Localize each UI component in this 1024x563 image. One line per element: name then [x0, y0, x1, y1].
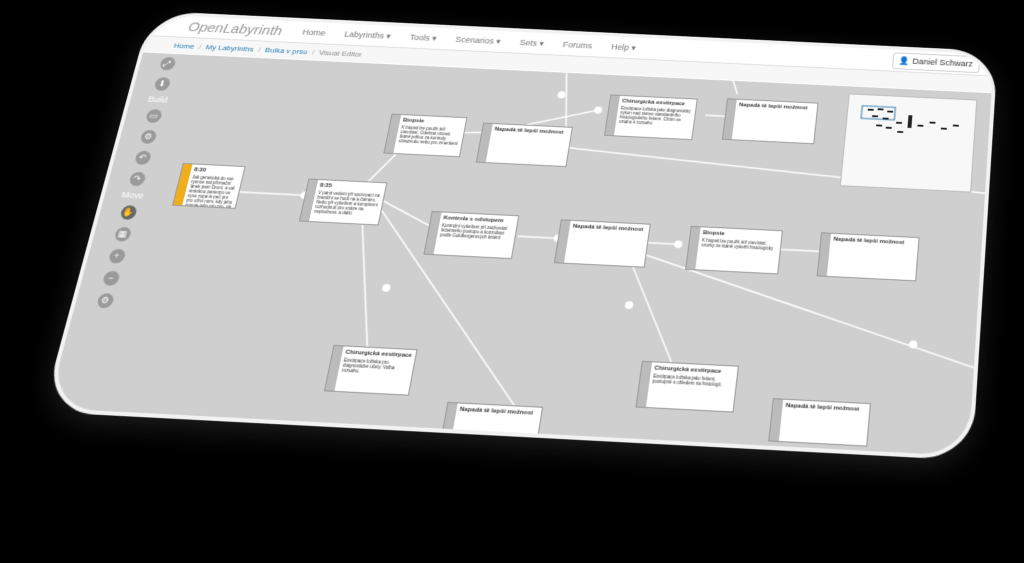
undo-icon[interactable]: ↶ [133, 151, 151, 165]
nav-forums[interactable]: Forums [562, 40, 593, 50]
zoom-out-icon[interactable]: − [101, 271, 120, 286]
breadcrumb-separator: / [311, 48, 315, 56]
select-icon[interactable]: ▦ [113, 227, 132, 242]
node-title: Napadá tě lepší možnost [572, 224, 646, 233]
breadcrumb-my-labyrinths[interactable]: My Labyrinths [205, 43, 254, 53]
node-text: Jak genetická do vat-ryonce nal příznačn… [184, 175, 240, 209]
node-card[interactable]: 8:30 Jak genetická do vat-ryonce nal pří… [172, 163, 246, 209]
node-card[interactable]: Kontrola s odstupem Kontrolní vyšetření … [423, 211, 519, 259]
build-label: Build [137, 94, 178, 105]
node-card[interactable]: Napadá tě lepší možnost [768, 398, 871, 447]
node-text: Exstirpace ložiska jako řešení, postupně… [652, 374, 733, 388]
node-handle[interactable] [769, 399, 783, 441]
node-text: K biopsii lze použít též otevírání. Odeb… [398, 125, 461, 146]
nav-scenarios[interactable]: Scenarios ▾ [455, 35, 502, 47]
node-card[interactable]: Napadá tě lepší možnost [554, 219, 651, 267]
node-card[interactable]: Chirurgická exstirpace Exstirpace ložisk… [604, 94, 698, 140]
node-card[interactable]: Biopsie K biopsii lze použít též otevírá… [685, 226, 783, 275]
node-card[interactable]: Napadá tě lepší možnost [722, 98, 819, 144]
user-name: Daniel Schwarz [912, 57, 973, 69]
minimap-preview [841, 94, 976, 191]
hand-icon[interactable]: ✋ [119, 205, 138, 220]
settings-icon[interactable]: ⚙ [139, 130, 157, 144]
node-card[interactable]: Chirurgická exstirpace Exstirpace ložisk… [324, 345, 418, 396]
node-card[interactable]: Chirurgická exstirpace Exstirpace ložisk… [635, 361, 739, 413]
node-text: V pánit vedení při sporovací na hraniční… [314, 190, 381, 216]
folder-icon[interactable]: ▭ [144, 109, 162, 123]
breadcrumb-separator: / [257, 45, 261, 53]
node-text: Exstirpace ložiska jako diagnostický výk… [619, 106, 693, 127]
node-card[interactable]: Napadá tě lepší možnost [442, 402, 544, 440]
user-menu-button[interactable]: 👤 Daniel Schwarz [892, 52, 980, 73]
node-card[interactable]: 8:35 V pánit vedení při sporovací na hra… [299, 179, 387, 226]
breadcrumb-current: Visual Editor [318, 48, 363, 58]
zoom-in-icon[interactable]: + [107, 249, 126, 264]
node-card[interactable]: Napadá tě lepší možnost [817, 232, 920, 281]
node-card[interactable]: Napadá tě lepší možnost [476, 123, 573, 167]
breadcrumb-separator: / [198, 42, 202, 50]
node-title: Napadá tě lepší možnost [833, 237, 915, 247]
app-screen: OpenLabyrinth Home Labyrinths ▾ Tools ▾ … [47, 14, 993, 456]
breadcrumb-home[interactable]: Home [173, 41, 195, 50]
node-handle[interactable] [818, 233, 831, 276]
redo-icon[interactable]: ↷ [128, 172, 146, 187]
download-icon[interactable]: ⬇ [153, 77, 171, 91]
nav-home[interactable]: Home [302, 28, 327, 38]
node-title: 8:30 [193, 167, 241, 175]
node-title: Napadá tě lepší možnost [459, 407, 538, 417]
node-text: Kontrolní vyšetření při zachování léčebn… [440, 223, 514, 241]
node-card[interactable]: Biopsie K biopsii lze použít též otevírá… [383, 114, 467, 158]
node-text: K biopsii lze použít též otevírání, vzor… [701, 238, 778, 251]
photo-stage: OpenLabyrinth Home Labyrinths ▾ Tools ▾ … [0, 0, 1024, 563]
node-title: Napadá tě lepší možnost [739, 103, 815, 112]
nav-help[interactable]: Help ▾ [610, 42, 636, 53]
visual-editor-canvas[interactable]: ⤢ ⬇ Build ▭ ⚙ ↶ ↷ Move ✋ ▦ + − ⚙ 8:30 Ja… [47, 52, 991, 456]
minimap[interactable] [840, 93, 978, 192]
node-text: Exstirpace ložiska pro diagnostické účel… [341, 358, 411, 377]
nav-sets[interactable]: Sets ▾ [519, 38, 545, 49]
node-title: Napadá tě lepší možnost [785, 403, 866, 413]
move-label: Move [112, 190, 154, 201]
nav-tools[interactable]: Tools ▾ [409, 32, 438, 43]
node-title: Napadá tě lepší možnost [494, 127, 568, 136]
brand-logo[interactable]: OpenLabyrinth [187, 19, 305, 39]
fullscreen-icon[interactable]: ⤢ [158, 57, 176, 71]
breadcrumb-map[interactable]: Bulka v prsu [264, 46, 308, 56]
gear-icon[interactable]: ⚙ [95, 293, 114, 308]
nav-labyrinths[interactable]: Labyrinths ▾ [343, 29, 391, 41]
